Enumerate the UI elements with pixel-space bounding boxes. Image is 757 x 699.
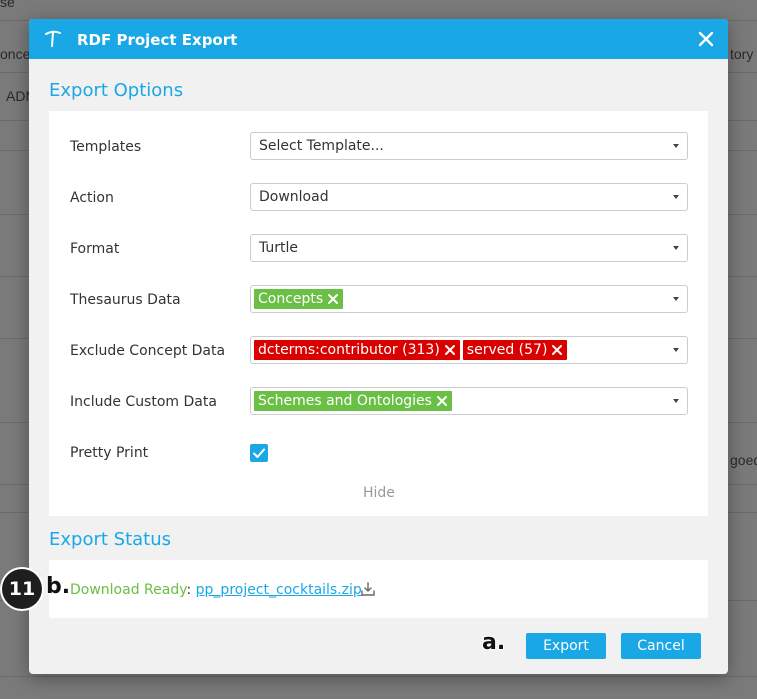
remove-tag-icon[interactable] (444, 344, 456, 356)
export-status-heading: Export Status (49, 529, 172, 550)
pretty-print-label: Pretty Print (70, 445, 149, 461)
dialog-title: RDF Project Export (77, 31, 238, 49)
thesaurus-data-label: Thesaurus Data (70, 292, 181, 308)
chevron-down-icon (673, 195, 679, 199)
tag-label: served (57) (466, 342, 548, 358)
download-file-link[interactable]: pp_project_cocktails.zip (196, 582, 362, 598)
export-options-panel: Templates Select Template... Action Down… (49, 111, 708, 516)
action-label: Action (70, 190, 114, 206)
thesaurus-data-multiselect[interactable]: Concepts (250, 285, 688, 313)
exclude-concept-data-multiselect[interactable]: dcterms:contributor (313) served (57) (250, 336, 688, 364)
action-select[interactable]: Download (250, 183, 688, 211)
dialog-header: RDF Project Export (29, 19, 728, 59)
tag-label: Schemes and Ontologies (258, 393, 432, 409)
checkmark-icon (253, 448, 265, 458)
tag-served: served (57) (462, 340, 568, 360)
rdf-export-dialog: RDF Project Export Export Options Templa… (29, 19, 728, 674)
tag-concepts: Concepts (254, 289, 344, 309)
templates-value: Select Template... (259, 138, 384, 154)
chevron-down-icon (673, 348, 679, 352)
tag-label: dcterms:contributor (313) (258, 342, 440, 358)
status-separator: : (186, 582, 196, 598)
tag-dcterms-contributor: dcterms:contributor (313) (254, 340, 460, 360)
action-value: Download (259, 189, 329, 205)
tag-label: Concepts (258, 291, 324, 307)
chevron-down-icon (673, 246, 679, 250)
download-status: Download Ready: pp_project_cocktails.zip (70, 582, 362, 598)
chevron-down-icon (673, 144, 679, 148)
templates-select[interactable]: Select Template... (250, 132, 688, 160)
include-custom-data-multiselect[interactable]: Schemes and Ontologies (250, 387, 688, 415)
close-icon[interactable] (694, 27, 718, 51)
step-number-badge: 11 (2, 569, 42, 609)
include-custom-data-label: Include Custom Data (70, 394, 217, 410)
templates-label: Templates (70, 139, 142, 155)
chevron-down-icon (673, 297, 679, 301)
chevron-down-icon (673, 399, 679, 403)
format-value: Turtle (259, 240, 299, 256)
export-status-panel: Download Ready: pp_project_cocktails.zip (49, 560, 708, 618)
hide-options-link[interactable]: Hide (363, 485, 395, 501)
export-options-heading: Export Options (49, 80, 184, 101)
annotation-b: b. (46, 574, 71, 599)
format-select[interactable]: Turtle (250, 234, 688, 262)
status-label: Download Ready (70, 582, 187, 598)
export-button[interactable]: Export (526, 633, 606, 659)
download-icon[interactable] (360, 581, 376, 597)
remove-tag-icon[interactable] (436, 395, 448, 407)
remove-tag-icon[interactable] (327, 293, 339, 305)
poolparty-logo-icon (45, 30, 61, 47)
remove-tag-icon[interactable] (551, 344, 563, 356)
exclude-concept-data-label: Exclude Concept Data (70, 343, 226, 359)
format-label: Format (70, 241, 120, 257)
tag-schemes-and-ontologies: Schemes and Ontologies (254, 391, 452, 411)
annotation-a: a. (482, 630, 506, 655)
cancel-button[interactable]: Cancel (621, 633, 701, 659)
pretty-print-checkbox[interactable] (250, 444, 268, 462)
